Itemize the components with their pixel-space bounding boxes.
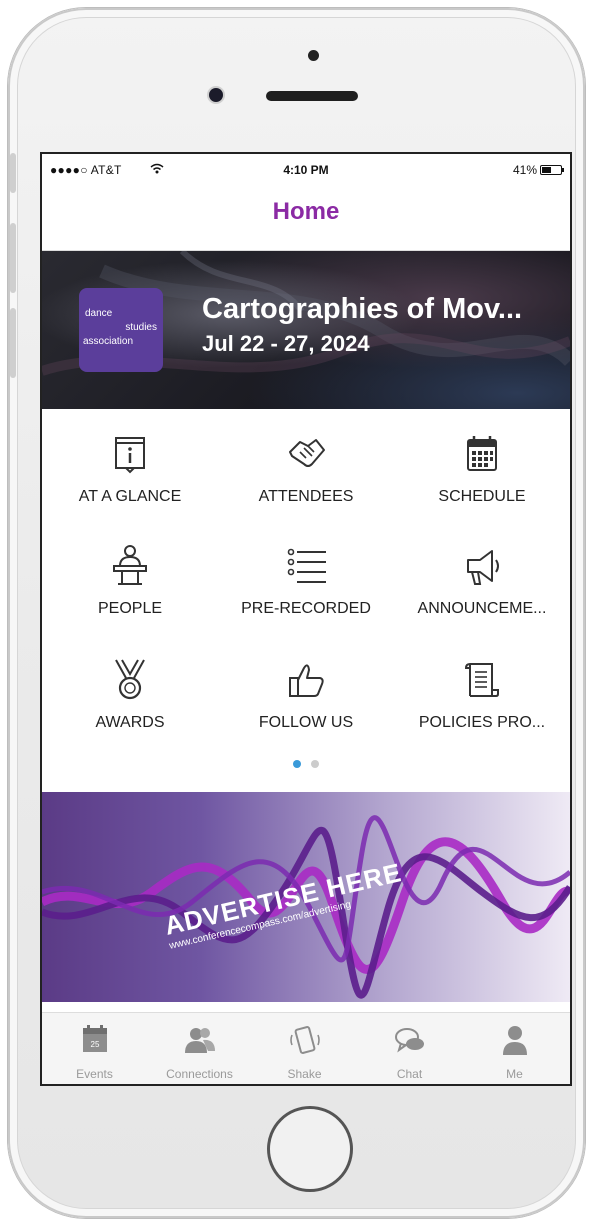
grid-item-label: ATTENDEES xyxy=(258,488,354,505)
event-name: Cartographies of Mov... xyxy=(202,293,523,325)
grid-item-schedule[interactable]: SCHEDULE xyxy=(394,416,570,526)
ad-banner[interactable]: ADVERTISE HERE www.conferencecompass.com… xyxy=(42,792,570,1002)
tab-label: Me xyxy=(506,1067,523,1081)
logo-line-3: association xyxy=(83,336,134,347)
grid-item-pre-recorded[interactable]: PRE-RECORDED xyxy=(218,528,394,638)
megaphone-icon xyxy=(467,550,499,585)
tab-label: Connections xyxy=(166,1067,233,1081)
tab-chat[interactable]: Chat xyxy=(357,1013,462,1084)
page-dot[interactable] xyxy=(311,760,320,768)
shake-phone-icon xyxy=(290,1026,320,1054)
battery-icon xyxy=(540,165,564,175)
front-camera xyxy=(209,88,223,102)
handshake-icon xyxy=(289,439,325,467)
grid-item-follow-us[interactable]: FOLLOW US xyxy=(218,642,394,752)
earpiece-speaker xyxy=(266,91,358,101)
status-bar: ●●●●○ AT&T 4:10 PM 41% xyxy=(42,154,570,188)
chat-bubbles-icon xyxy=(395,1028,424,1053)
grid-item-label: PEOPLE xyxy=(97,600,163,617)
info-icon xyxy=(115,437,145,474)
tab-shake[interactable]: Shake xyxy=(252,1013,357,1084)
logo-line-1: dance xyxy=(85,308,113,319)
tab-events[interactable]: 25 Events xyxy=(42,1013,147,1084)
home-button[interactable] xyxy=(267,1106,353,1192)
list-icon xyxy=(287,548,326,583)
page-indicator[interactable] xyxy=(42,755,570,773)
page-dot-active[interactable] xyxy=(292,760,301,768)
event-logo: dance studies association xyxy=(79,288,163,372)
grid-item-people[interactable]: PEOPLE xyxy=(42,528,218,638)
medal-icon xyxy=(115,659,145,700)
battery-percent: 41% xyxy=(512,163,537,177)
grid-item-label: AT A GLANCE xyxy=(78,488,182,505)
volume-down-button xyxy=(10,308,16,378)
logo-line-2: studies xyxy=(125,322,157,333)
battery-indicator: 41% xyxy=(512,163,564,177)
grid-item-policies[interactable]: POLICIES PRO... xyxy=(394,642,570,752)
tab-label: Events xyxy=(76,1067,113,1081)
grid-item-announcements[interactable]: ANNOUNCEME... xyxy=(394,528,570,638)
page-title: Home xyxy=(272,198,340,225)
grid-item-awards[interactable]: AWARDS xyxy=(42,642,218,752)
tab-me[interactable]: Me xyxy=(462,1013,567,1084)
grid-item-label: POLICIES PRO... xyxy=(418,714,546,731)
app-screen: ●●●●○ AT&T 4:10 PM 41% Home dance studie… xyxy=(42,154,570,1084)
event-dates: Jul 22 - 27, 2024 xyxy=(202,331,370,356)
calendar-icon xyxy=(467,436,497,471)
tab-label: Chat xyxy=(396,1067,423,1081)
proximity-sensor xyxy=(308,50,319,61)
volume-up-button xyxy=(10,223,16,293)
people-icon xyxy=(185,1028,215,1053)
grid-item-attendees[interactable]: ATTENDEES xyxy=(218,416,394,526)
calendar-day-number: 25 xyxy=(91,1040,100,1049)
calendar-icon: 25 xyxy=(83,1025,107,1052)
grid-item-label: AWARDS xyxy=(95,714,165,731)
thumbs-up-icon xyxy=(289,664,324,697)
event-banner[interactable]: dance studies association Cartographies … xyxy=(42,251,570,409)
grid-item-label: ANNOUNCEME... xyxy=(417,600,547,617)
status-time: 4:10 PM xyxy=(283,163,329,177)
grid-item-label: SCHEDULE xyxy=(438,488,526,505)
tab-label: Shake xyxy=(287,1067,322,1081)
document-icon xyxy=(464,663,499,697)
tab-bar: 25 Events Connections Shake Chat Me xyxy=(42,1012,570,1084)
tab-connections[interactable]: Connections xyxy=(147,1013,252,1084)
grid-item-label: FOLLOW US xyxy=(258,714,354,731)
speaker-podium-icon xyxy=(113,545,147,585)
person-icon xyxy=(503,1026,527,1055)
mute-switch xyxy=(10,153,16,193)
grid-item-at-a-glance[interactable]: AT A GLANCE xyxy=(42,416,218,526)
grid-item-label: PRE-RECORDED xyxy=(241,600,371,617)
feature-grid: AT A GLANCE ATTENDEES SCHEDULE PEOPLE PR… xyxy=(42,416,570,752)
